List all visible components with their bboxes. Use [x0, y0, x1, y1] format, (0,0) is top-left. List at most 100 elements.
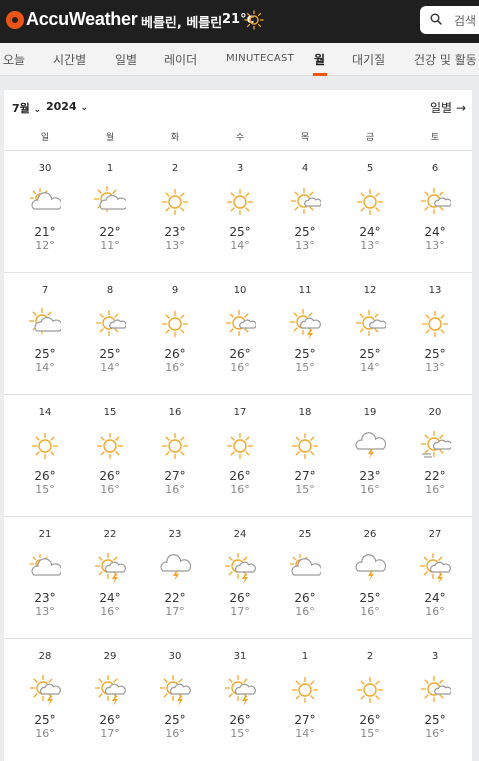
current-location[interactable]: 베를린, 베를린	[141, 12, 222, 31]
day-cell[interactable]: 10 26° 16°	[210, 285, 270, 374]
high-temp: 26°	[99, 469, 121, 483]
day-cell[interactable]: 6 24° 13°	[405, 163, 465, 252]
day-cell[interactable]: 3 25° 14°	[210, 163, 270, 252]
day-cell[interactable]: 2 26° 15°	[340, 651, 400, 740]
day-number: 12	[363, 285, 377, 296]
low-temp: 13°	[35, 605, 55, 618]
high-temp: 25°	[294, 225, 316, 239]
active-tab-indicator	[313, 73, 327, 76]
day-cell[interactable]: 17 26° 16°	[210, 407, 270, 496]
day-cell[interactable]: 20 22° 16°	[405, 407, 465, 496]
day-cell[interactable]: 23 22° 17°	[145, 529, 205, 618]
day-number: 24	[233, 529, 247, 540]
high-temp: 23°	[34, 591, 56, 605]
low-temp: 16°	[230, 361, 250, 374]
sun-icon	[291, 432, 319, 460]
day-cell[interactable]: 7 25° 14°	[15, 285, 75, 374]
day-number: 3	[236, 163, 244, 174]
day-cell[interactable]: 16 27° 16°	[145, 407, 205, 496]
high-temp: 24°	[424, 225, 446, 239]
day-cell[interactable]: 21 23° 13°	[15, 529, 75, 618]
day-cell[interactable]: 1 22° 11°	[80, 163, 140, 252]
day-number: 1	[301, 651, 309, 662]
day-number: 14	[38, 407, 52, 418]
accuweather-logo-icon[interactable]	[6, 11, 24, 29]
day-cell[interactable]: 3 25° 16°	[405, 651, 465, 740]
day-number: 30	[38, 163, 52, 174]
day-number: 18	[298, 407, 312, 418]
low-temp: 16°	[425, 727, 445, 740]
day-cell[interactable]: 31 26° 15°	[210, 651, 270, 740]
search-input[interactable]: 검색	[420, 6, 479, 34]
day-cell[interactable]: 2 23° 13°	[145, 163, 205, 252]
day-cell[interactable]: 4 25° 13°	[275, 163, 335, 252]
day-number: 16	[168, 407, 182, 418]
nav-tabs: 오늘 시간별 일별 레이더 MINUTECAST 월 대기질 건강 및 활동	[0, 43, 479, 76]
low-temp: 13°	[425, 361, 445, 374]
day-cell[interactable]: 30 25° 16°	[145, 651, 205, 740]
high-temp: 27°	[164, 469, 186, 483]
low-temp: 14°	[100, 361, 120, 374]
tab-minutecast[interactable]: MINUTECAST	[226, 53, 294, 64]
tab-daily[interactable]: 일별	[115, 51, 137, 68]
day-number: 13	[428, 285, 442, 296]
day-cell[interactable]: 5 24° 13°	[340, 163, 400, 252]
low-temp: 16°	[100, 605, 120, 618]
chevron-down-icon: ⌄	[80, 103, 89, 113]
sun-icon	[356, 188, 384, 216]
day-cell[interactable]: 9 26° 16°	[145, 285, 205, 374]
day-number: 9	[171, 285, 179, 296]
tab-air-quality[interactable]: 대기질	[352, 51, 385, 68]
sun-small-cloud-icon	[355, 309, 386, 337]
day-cell[interactable]: 26 25° 16°	[340, 529, 400, 618]
tab-health-activities[interactable]: 건강 및 활동	[414, 51, 477, 68]
high-temp: 25°	[359, 591, 381, 605]
low-temp: 11°	[100, 239, 120, 252]
day-cell[interactable]: 30 21° 12°	[15, 163, 75, 252]
arrow-right-icon: →	[455, 101, 466, 115]
month-select[interactable]: 7월 ⌄	[12, 100, 41, 116]
high-temp: 25°	[34, 713, 56, 727]
high-temp: 27°	[294, 713, 316, 727]
day-cell[interactable]: 28 25° 16°	[15, 651, 75, 740]
day-cell[interactable]: 25 26° 16°	[275, 529, 335, 618]
low-temp: 13°	[360, 239, 380, 252]
day-cell[interactable]: 18 27° 15°	[275, 407, 335, 496]
day-number: 30	[168, 651, 182, 662]
weekday-mon: 월	[105, 133, 115, 143]
brand-logo-text[interactable]: AccuWeather	[26, 9, 138, 30]
day-cell[interactable]: 19 23° 16°	[340, 407, 400, 496]
day-cell[interactable]: 14 26° 15°	[15, 407, 75, 496]
day-cell[interactable]: 29 26° 17°	[80, 651, 140, 740]
tab-radar[interactable]: 레이더	[164, 51, 197, 68]
year-select[interactable]: 2024 ⌄	[46, 100, 88, 113]
low-temp: 12°	[35, 239, 55, 252]
high-temp: 25°	[294, 347, 316, 361]
partly-cloudy-sun-icon	[29, 553, 61, 576]
day-number: 15	[103, 407, 117, 418]
top-bar: AccuWeather 베를린, 베를린 21°c 검색	[0, 0, 479, 43]
tab-today[interactable]: 오늘	[3, 51, 25, 68]
sun-icon	[161, 432, 189, 460]
weekday-sat: 토	[430, 133, 440, 143]
weekday-tue: 화	[170, 133, 180, 143]
low-temp: 16°	[295, 605, 315, 618]
tab-hourly[interactable]: 시간별	[53, 51, 86, 68]
high-temp: 21°	[34, 225, 56, 239]
day-cell[interactable]: 11 25° 15°	[275, 285, 335, 374]
day-cell[interactable]: 12 25° 14°	[340, 285, 400, 374]
daily-view-link[interactable]: 일별 →	[430, 99, 466, 116]
day-cell[interactable]: 15 26° 16°	[80, 407, 140, 496]
day-cell[interactable]: 8 25° 14°	[80, 285, 140, 374]
day-cell[interactable]: 13 25° 13°	[405, 285, 465, 374]
tab-monthly[interactable]: 월	[314, 51, 325, 68]
high-temp: 26°	[164, 347, 186, 361]
low-temp: 13°	[165, 239, 185, 252]
day-cell[interactable]: 22 24° 16°	[80, 529, 140, 618]
low-temp: 15°	[295, 483, 315, 496]
day-number: 28	[38, 651, 52, 662]
day-cell[interactable]: 24 26° 17°	[210, 529, 270, 618]
low-temp: 15°	[360, 727, 380, 740]
day-cell[interactable]: 1 27° 14°	[275, 651, 335, 740]
day-cell[interactable]: 27 24° 16°	[405, 529, 465, 618]
